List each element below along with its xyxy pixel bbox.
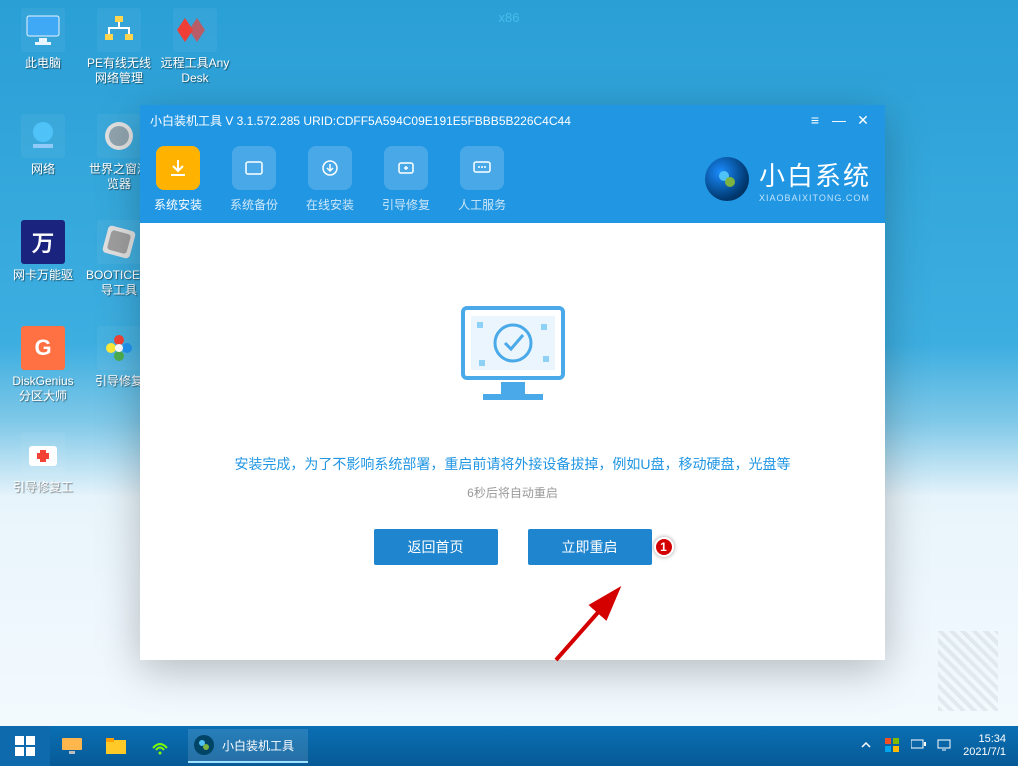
anydesk-icon: [173, 8, 217, 52]
taskbar-clock[interactable]: 15:34 2021/7/1: [963, 733, 1006, 758]
repair-icon: [384, 146, 428, 190]
tab-online-install[interactable]: 在线安装: [306, 146, 354, 213]
taskbar-explorer-icon[interactable]: [94, 726, 138, 766]
clock-time: 15:34: [963, 733, 1006, 746]
browser-icon: [97, 114, 141, 158]
desktop-icon-anydesk[interactable]: 远程工具AnyDesk: [160, 8, 230, 108]
taskbar-wifi-icon[interactable]: [138, 726, 182, 766]
content: 安装完成，为了不影响系统部署，重启前请将外接设备拔掉，例如U盘，移动硬盘，光盘等…: [140, 223, 885, 660]
chat-icon: [460, 146, 504, 190]
taskbar-computer-icon[interactable]: [50, 726, 94, 766]
tab-system-backup[interactable]: 系统备份: [230, 146, 278, 213]
download-icon: [156, 146, 200, 190]
qr-watermark: [938, 631, 998, 711]
desktop-icon-diskgenius[interactable]: G DiskGenius分区大师: [8, 326, 78, 426]
system-tray: 15:34 2021/7/1: [859, 733, 1018, 758]
disk-icon: [232, 146, 276, 190]
tab-strip: 系统安装 系统备份 在线安装 引导修复 人工服务 小白系统 XIAOBAIXIT…: [140, 135, 885, 223]
brand-sub: XIAOBAIXITONG.COM: [759, 193, 871, 203]
annotation-badge: 1: [654, 537, 674, 557]
taskbar-app-icon: [194, 735, 214, 755]
start-button[interactable]: [0, 726, 50, 766]
brand-name: 小白系统: [759, 156, 871, 193]
diskgenius-icon: G: [21, 326, 65, 370]
tab-human-service[interactable]: 人工服务: [458, 146, 506, 213]
desktop-icon-boot-repair-tool[interactable]: 引导修复工: [8, 432, 78, 532]
brand-logo-icon: [705, 157, 749, 201]
tray-flag-icon[interactable]: [885, 738, 901, 754]
menu-button[interactable]: ≡: [803, 112, 827, 128]
restart-now-button[interactable]: 立即重启 1: [528, 529, 652, 565]
windows-logo-icon: [15, 736, 35, 756]
network-icon: [97, 8, 141, 52]
cloud-download-icon: [308, 146, 352, 190]
countdown-message: 6秒后将自动重启: [467, 484, 558, 501]
minimize-button[interactable]: —: [827, 112, 851, 128]
tab-boot-repair[interactable]: 引导修复: [382, 146, 430, 213]
tray-monitor-icon[interactable]: [937, 738, 953, 754]
brand: 小白系统 XIAOBAIXITONG.COM: [705, 156, 871, 203]
monitor-icon: [21, 8, 65, 52]
tab-system-install[interactable]: 系统安装: [154, 146, 202, 213]
desktop-icon-this-pc[interactable]: 此电脑: [8, 8, 78, 108]
annotation-arrow-icon: [546, 580, 636, 670]
tray-chevron-icon[interactable]: [859, 738, 875, 754]
tray-battery-icon[interactable]: [911, 738, 927, 754]
taskbar-app-xiaobai[interactable]: 小白装机工具: [188, 729, 308, 763]
close-button[interactable]: ✕: [851, 112, 875, 129]
app-window: 小白装机工具 V 3.1.572.285 URID:CDFF5A594C09E1…: [140, 105, 885, 660]
wan-icon: 万: [21, 220, 65, 264]
desktop-icon-nic-driver[interactable]: 万 网卡万能驱: [8, 220, 78, 320]
return-home-button[interactable]: 返回首页: [374, 529, 498, 565]
taskbar-app-label: 小白装机工具: [222, 737, 294, 754]
flower-icon: [97, 326, 141, 370]
taskbar: 小白装机工具 15:34 2021/7/1: [0, 726, 1018, 766]
titlebar: 小白装机工具 V 3.1.572.285 URID:CDFF5A594C09E1…: [140, 105, 885, 135]
bootice-icon: [97, 220, 141, 264]
medkit-icon: [21, 432, 65, 476]
success-illustration-icon: [433, 288, 593, 428]
desktop-icon-network[interactable]: 网络: [8, 114, 78, 214]
completion-message: 安装完成，为了不影响系统部署，重启前请将外接设备拔掉，例如U盘，移动硬盘，光盘等: [234, 454, 790, 474]
globe-icon: [21, 114, 65, 158]
window-title: 小白装机工具 V 3.1.572.285 URID:CDFF5A594C09E1…: [150, 112, 803, 129]
desktop-icon-pe-network[interactable]: PE有线无线网络管理: [84, 8, 154, 108]
clock-date: 2021/7/1: [963, 746, 1006, 759]
